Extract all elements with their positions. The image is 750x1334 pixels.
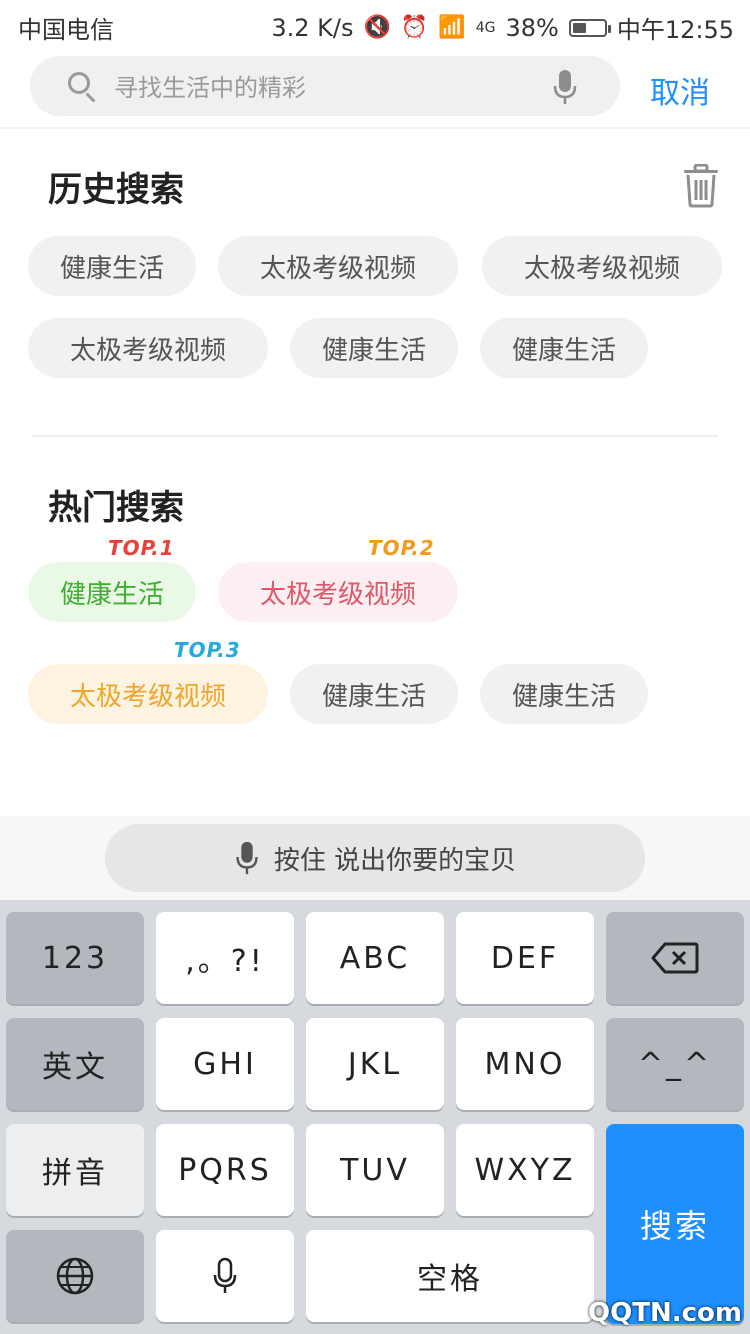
voice-input-button[interactable]: 按住 说出你要的宝贝	[105, 824, 645, 892]
key-wxyz[interactable]: WXYZ	[456, 1124, 594, 1216]
battery-icon	[568, 18, 611, 37]
voice-input-label: 按住 说出你要的宝贝	[273, 845, 517, 876]
cancel-button[interactable]: 取消	[650, 68, 710, 112]
section-divider	[32, 435, 718, 437]
hot-chip-5[interactable]: 健康生活	[480, 664, 648, 724]
key-ghi[interactable]: GHI	[156, 1018, 294, 1110]
history-chip[interactable]: 健康生活	[290, 318, 458, 378]
backspace-key[interactable]	[606, 912, 744, 1004]
history-chip[interactable]: 太极考级视频	[482, 236, 722, 296]
microphone-icon	[213, 1257, 237, 1293]
carrier-label: 中国电信	[18, 16, 114, 44]
key-pinyin[interactable]: 拼音	[6, 1124, 144, 1216]
hot-chip-3[interactable]: 太极考级视频	[28, 664, 268, 724]
battery-percent: 38%	[505, 13, 559, 42]
key-mno[interactable]: MNO	[456, 1018, 594, 1110]
key-def[interactable]: DEF	[456, 912, 594, 1004]
key-english[interactable]: 英文	[6, 1018, 144, 1110]
clock: 中午12:55	[616, 16, 734, 44]
search-icon	[68, 72, 90, 94]
space-key[interactable]: 空格	[306, 1230, 594, 1322]
key-tuv[interactable]: TUV	[306, 1124, 444, 1216]
globe-key[interactable]	[6, 1230, 144, 1322]
search-bar[interactable]	[30, 56, 620, 116]
search-input[interactable]	[112, 70, 546, 106]
voice-key[interactable]	[156, 1230, 294, 1322]
key-abc[interactable]: ABC	[306, 912, 444, 1004]
rank-badge-2: TOP.2	[368, 536, 435, 560]
wifi-icon: 📶	[438, 15, 466, 40]
mute-icon: 🔇	[363, 15, 391, 40]
history-chip[interactable]: 健康生活	[480, 318, 648, 378]
alarm-icon: ⏰	[400, 15, 429, 40]
search-key[interactable]: 搜索	[606, 1124, 744, 1324]
status-right: 3.2 K/s 🔇 ⏰ 📶 4G 38% 中午12:55	[271, 10, 734, 45]
microphone-icon	[236, 841, 258, 875]
network-type: 4G	[475, 19, 496, 36]
microphone-icon[interactable]	[552, 68, 578, 106]
trash-icon[interactable]	[682, 164, 720, 208]
key-emoticon[interactable]: ^_^	[606, 1018, 744, 1110]
globe-icon	[56, 1257, 94, 1295]
key-pqrs[interactable]: PQRS	[156, 1124, 294, 1216]
history-title: 历史搜索	[48, 170, 184, 210]
history-chip[interactable]: 太极考级视频	[28, 318, 268, 378]
backspace-icon	[651, 942, 699, 974]
header-divider	[0, 127, 750, 129]
history-chip[interactable]: 健康生活	[28, 236, 196, 296]
watermark-logo: QQTN.com	[588, 1298, 742, 1328]
rank-badge-1: TOP.1	[108, 536, 175, 560]
rank-badge-3: TOP.3	[174, 638, 241, 662]
hot-title: 热门搜索	[48, 488, 184, 528]
hot-chip-1[interactable]: 健康生活	[28, 562, 196, 622]
status-bar: 中国电信 3.2 K/s 🔇 ⏰ 📶 4G 38% 中午12:55	[0, 0, 750, 52]
key-punctuation[interactable]: ,。?!	[156, 912, 294, 1004]
history-chip[interactable]: 太极考级视频	[218, 236, 458, 296]
hot-chip-4[interactable]: 健康生活	[290, 664, 458, 724]
hot-chip-2[interactable]: 太极考级视频	[218, 562, 458, 622]
network-speed: 3.2 K/s	[271, 13, 354, 42]
key-123[interactable]: 123	[6, 912, 144, 1004]
key-jkl[interactable]: JKL	[306, 1018, 444, 1110]
